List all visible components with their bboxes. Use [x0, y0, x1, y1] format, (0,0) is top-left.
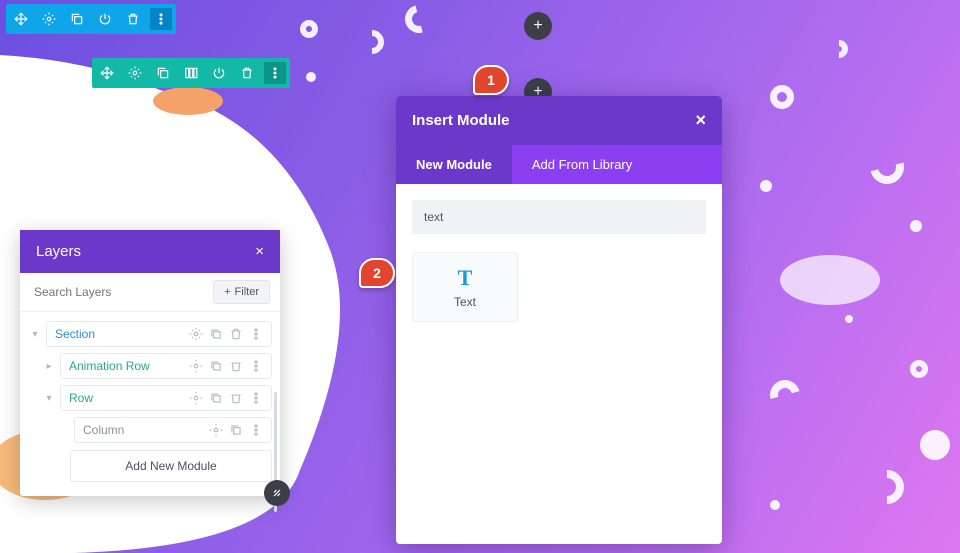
- layers-search-input[interactable]: [30, 279, 207, 305]
- close-icon[interactable]: ×: [695, 110, 706, 131]
- close-icon[interactable]: ×: [255, 243, 264, 260]
- filter-button[interactable]: +Filter: [213, 280, 270, 304]
- more-icon[interactable]: [249, 327, 263, 341]
- trash-icon[interactable]: [122, 8, 144, 30]
- add-section-button[interactable]: +: [524, 12, 552, 40]
- trash-icon[interactable]: [236, 62, 258, 84]
- power-icon[interactable]: [208, 62, 230, 84]
- more-icon[interactable]: [249, 391, 263, 405]
- duplicate-icon[interactable]: [152, 62, 174, 84]
- trash-icon[interactable]: [229, 391, 243, 405]
- insert-module-modal: Insert Module × New Module Add From Libr…: [396, 96, 722, 544]
- tree-row-animation: ▸ Animation Row: [42, 350, 272, 382]
- gear-icon[interactable]: [189, 327, 203, 341]
- tab-add-library[interactable]: Add From Library: [512, 145, 652, 184]
- more-icon[interactable]: [150, 8, 172, 30]
- chevron-right-icon[interactable]: ▸: [42, 359, 56, 373]
- more-icon[interactable]: [249, 359, 263, 373]
- tree-row-column: Column: [56, 414, 272, 446]
- tab-new-module[interactable]: New Module: [396, 145, 512, 184]
- columns-icon[interactable]: [180, 62, 202, 84]
- decor-blob: [780, 255, 880, 305]
- duplicate-icon[interactable]: [229, 423, 243, 437]
- gear-icon[interactable]: [209, 423, 223, 437]
- row-toolbar: [92, 58, 290, 88]
- add-new-module-button[interactable]: Add New Module: [70, 450, 272, 482]
- trash-icon[interactable]: [229, 359, 243, 373]
- tree-row-row: ▾ Row: [42, 382, 272, 414]
- gear-icon[interactable]: [189, 359, 203, 373]
- duplicate-icon[interactable]: [209, 359, 223, 373]
- duplicate-icon[interactable]: [66, 8, 88, 30]
- power-icon[interactable]: [94, 8, 116, 30]
- move-icon[interactable]: [96, 62, 118, 84]
- section-toolbar: [6, 4, 176, 34]
- trash-icon[interactable]: [229, 327, 243, 341]
- gear-icon[interactable]: [38, 8, 60, 30]
- modal-tabs: New Module Add From Library: [396, 145, 722, 184]
- resize-handle-icon[interactable]: [264, 480, 290, 506]
- spacer: [56, 423, 70, 437]
- module-label: Text: [454, 295, 476, 309]
- duplicate-icon[interactable]: [209, 391, 223, 405]
- module-text[interactable]: T Text: [412, 252, 518, 322]
- gear-icon[interactable]: [189, 391, 203, 405]
- duplicate-icon[interactable]: [209, 327, 223, 341]
- more-icon[interactable]: [264, 62, 286, 84]
- chevron-down-icon[interactable]: ▾: [42, 391, 56, 405]
- text-icon: T: [458, 265, 473, 291]
- module-search-input[interactable]: [412, 200, 706, 234]
- layers-panel: Layers × +Filter ▾ Section: [20, 230, 280, 496]
- gear-icon[interactable]: [124, 62, 146, 84]
- tree-row-section: ▾ Section: [28, 318, 272, 350]
- modal-title: Insert Module: [412, 112, 510, 129]
- chevron-down-icon[interactable]: ▾: [28, 327, 42, 341]
- layers-title: Layers: [36, 243, 81, 260]
- move-icon[interactable]: [10, 8, 32, 30]
- more-icon[interactable]: [249, 423, 263, 437]
- decor-blob: [153, 87, 223, 115]
- callout-2: 2: [359, 258, 395, 288]
- callout-1: 1: [473, 65, 509, 95]
